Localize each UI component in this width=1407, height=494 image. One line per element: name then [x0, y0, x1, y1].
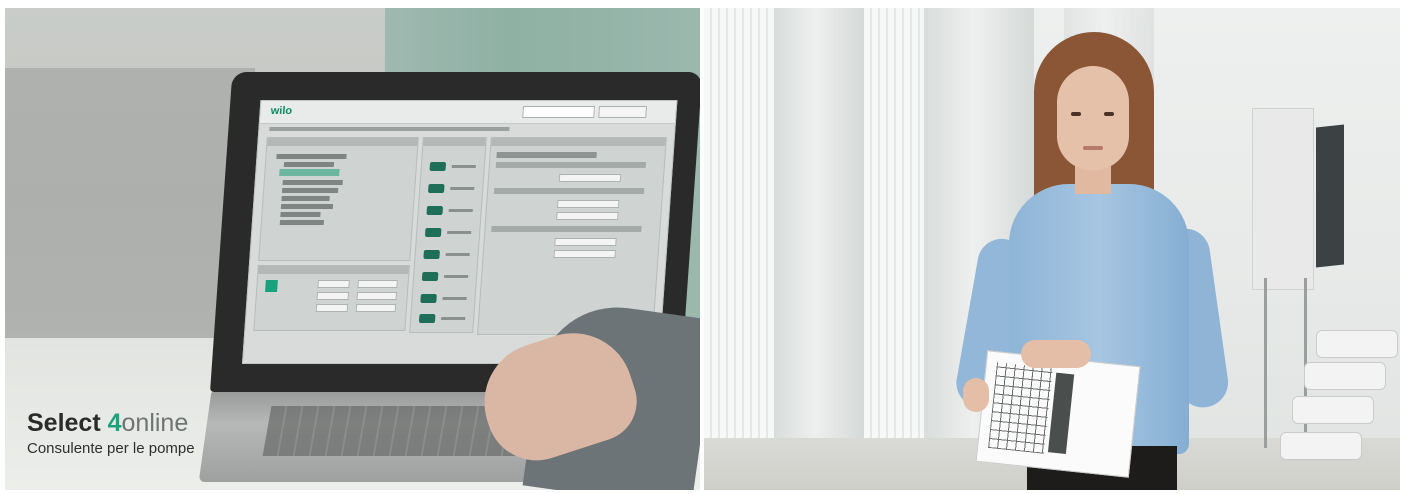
businesswoman-photo: [704, 8, 1400, 490]
document-folder: [975, 350, 1141, 478]
app-parameter-pane: [253, 265, 410, 331]
app-subtitle-line: [269, 127, 510, 131]
app-pump-icon: [265, 280, 278, 292]
caption-brand: Select: [27, 409, 108, 437]
laptop-photo: wilo Select 4online Consulente per le po…: [5, 8, 700, 490]
caption-suffix: online: [121, 409, 189, 437]
app-detail-pane: [477, 137, 667, 335]
face: [1057, 66, 1129, 170]
app-tree-pane: [258, 137, 419, 261]
window-blind: [864, 8, 924, 490]
app-logo: wilo: [270, 105, 293, 117]
app-tree-selected: [279, 169, 340, 176]
wall-monitor: [1316, 124, 1344, 268]
app-header-button: [598, 106, 648, 118]
app-product-list: [409, 137, 487, 333]
window-frame: [774, 8, 864, 490]
caption-title: Select 4online: [27, 408, 195, 438]
window-blind: [704, 8, 774, 490]
app-header: wilo: [259, 101, 677, 124]
office-chair: [1304, 362, 1386, 390]
businesswoman: [952, 28, 1232, 490]
caption-number: 4: [107, 409, 122, 437]
caption-subtitle: Consulente per le pompe: [27, 440, 195, 457]
office-chair: [1280, 432, 1362, 460]
office-chair: [1292, 396, 1374, 424]
flipchart: [1252, 108, 1314, 290]
hand: [1021, 340, 1091, 368]
hand: [963, 378, 989, 412]
product-caption: Select 4online Consulente per le pompe: [27, 408, 195, 458]
app-search-field: [522, 106, 596, 118]
office-chair: [1316, 330, 1398, 358]
